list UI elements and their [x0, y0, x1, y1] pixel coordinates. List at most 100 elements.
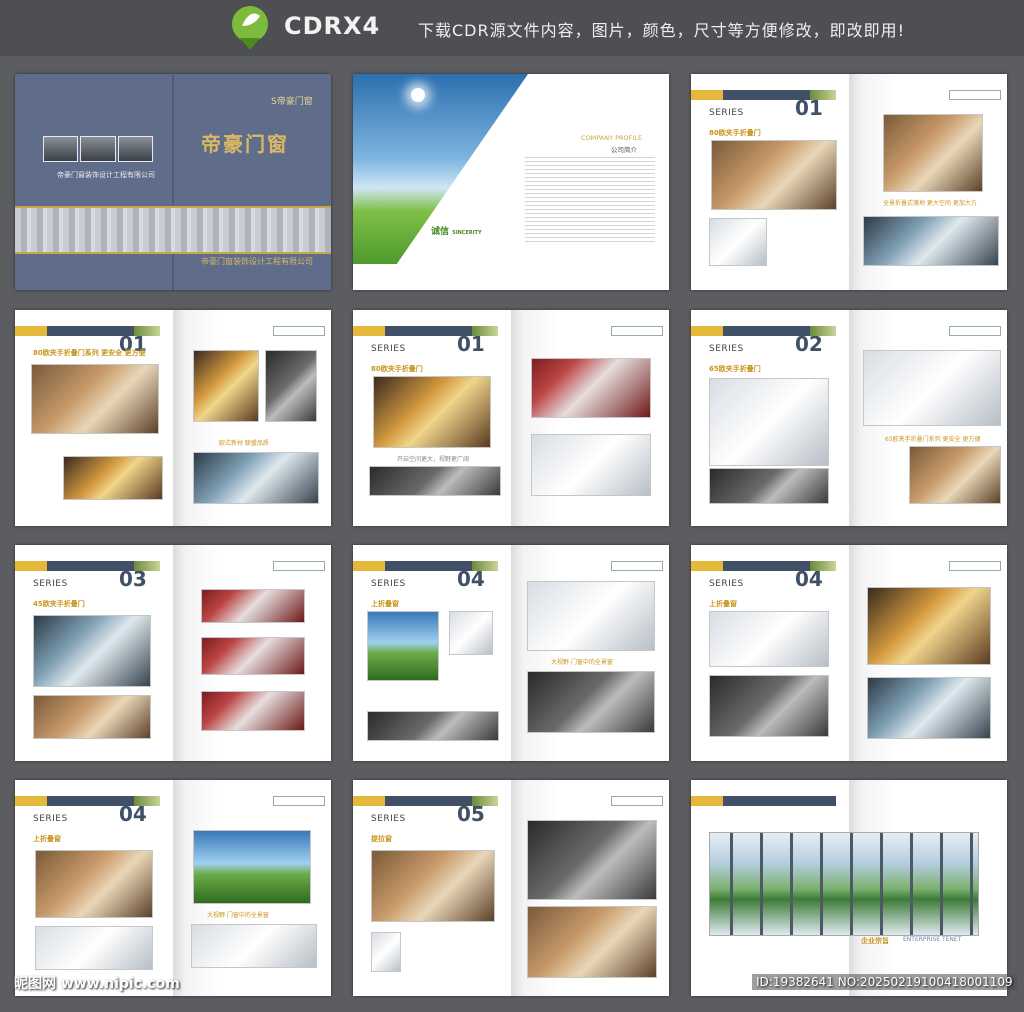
- product-photo: [33, 615, 151, 687]
- section-tab: [273, 796, 325, 806]
- right-page: [511, 310, 669, 526]
- brand-text: CDRX4: [284, 12, 381, 40]
- product-photo: [709, 675, 829, 737]
- series-sub: 上折叠窗: [371, 600, 399, 608]
- product-photo: [191, 924, 317, 968]
- product-photo: [527, 820, 657, 900]
- series-spread-3[interactable]: SERIES 80欧夹手折叠门 01 开启空间更大，视野更广阔: [353, 310, 669, 526]
- series-spread-8[interactable]: SERIES 上折叠窗 04 大视野 门窗中的全景窗: [15, 780, 331, 996]
- series-spread-5[interactable]: SERIES 45欧夹手折叠门 03: [15, 545, 331, 761]
- product-photo: [201, 589, 305, 623]
- company-profile-spread[interactable]: 诚信 SINCERITY COMPANY PROFILE 公司简介: [353, 74, 669, 290]
- product-photo: [35, 926, 153, 970]
- series-sub: 80欧夹手折叠门系列 更安全 更方便: [33, 349, 146, 357]
- right-page: 65欧夹手折叠门系列 更安全 更方便: [849, 310, 1007, 526]
- cover-thumbnails: [43, 136, 153, 162]
- product-photo: [709, 611, 829, 667]
- product-photo: [265, 350, 317, 422]
- right-page: [173, 545, 331, 761]
- series-sub: 上折叠窗: [33, 835, 61, 843]
- left-page: SERIES 45欧夹手折叠门 03: [15, 545, 173, 761]
- product-photo: [527, 671, 655, 733]
- product-photo: [367, 611, 439, 681]
- series-sub: 80欧夹手折叠门: [371, 365, 423, 373]
- series-number: 04: [795, 567, 823, 591]
- product-photo: [867, 677, 991, 739]
- caption: 全景折叠式落地 更大空间 更加大方: [883, 200, 977, 207]
- diagram-photo: [371, 932, 401, 972]
- product-photo: [863, 216, 999, 266]
- series-spread-1[interactable]: SERIES 80欧夹手折叠门 01 全景折叠式落地 更大空间 更加大方: [691, 74, 1007, 290]
- series-sub: 45欧夹手折叠门: [33, 600, 85, 608]
- series-label: SERIES: [371, 579, 406, 589]
- product-photo: [193, 452, 319, 504]
- series-spread-4[interactable]: SERIES 65欧夹手折叠门 02 65欧夹手折叠门系列 更安全 更方便: [691, 310, 1007, 526]
- product-photo: [373, 376, 491, 448]
- left-page: SERIES 上折叠窗 04: [353, 545, 511, 761]
- right-page: [511, 780, 669, 996]
- product-photo: [527, 906, 657, 978]
- body-text-block: [525, 154, 655, 244]
- series-label: SERIES: [709, 108, 744, 118]
- section-tab: [611, 796, 663, 806]
- section-tab: [611, 561, 663, 571]
- section-tab: [611, 326, 663, 336]
- right-page: 欧式新材 联盟品质: [173, 310, 331, 526]
- product-photo: [709, 468, 829, 504]
- series-label: SERIES: [33, 579, 68, 589]
- series-label: SERIES: [709, 344, 744, 354]
- left-page: SERIES 提拉窗 05: [353, 780, 511, 996]
- cover-logo: S帝豪门窗: [271, 97, 313, 107]
- cover-spread[interactable]: 帝豪门窗装饰设计工程有限公司 S帝豪门窗 帝豪门窗 帝豪门窗装饰设计工程有限公司: [15, 74, 331, 290]
- sincerity-en: SINCERITY: [452, 230, 482, 236]
- product-photo: [201, 691, 305, 731]
- series-number: 01: [457, 332, 485, 356]
- gold-rule: [15, 252, 331, 254]
- caption: 65欧夹手折叠门系列 更安全 更方便: [885, 436, 981, 443]
- site-watermark: 昵图网 www.nipic.com: [14, 976, 180, 992]
- left-page: SERIES 上折叠窗 04: [691, 545, 849, 761]
- series-spread-6[interactable]: SERIES 上折叠窗 04 大视野 门窗中的全景窗: [353, 545, 669, 761]
- product-photo: [709, 378, 829, 466]
- section-tab: [949, 326, 1001, 336]
- section-tab: [273, 561, 325, 571]
- cover-company-bottom: 帝豪门窗装饰设计工程有限公司: [201, 257, 313, 266]
- enterprise-title-en: ENTERPRISE TENET: [903, 936, 962, 943]
- series-spread-9[interactable]: SERIES 提拉窗 05: [353, 780, 669, 996]
- caption: 大视野 门窗中的全景窗: [551, 659, 613, 666]
- caption: 大视野 门窗中的全景窗: [207, 912, 269, 919]
- left-page: SERIES 80欧夹手折叠门 01: [691, 74, 849, 290]
- series-number: 03: [119, 567, 147, 591]
- right-page: 大视野 门窗中的全景窗: [511, 545, 669, 761]
- product-photo: [371, 850, 495, 922]
- series-label: SERIES: [33, 814, 68, 824]
- product-photo: [193, 830, 311, 904]
- series-sub: 上折叠窗: [709, 600, 737, 608]
- enterprise-spread[interactable]: 企业宗旨 ENTERPRISE TENET: [691, 780, 1007, 996]
- series-number: 02: [795, 332, 823, 356]
- silver-pattern-band: [15, 208, 331, 252]
- slogan-text: 下载CDR源文件内容，图片，颜色，尺寸等方便修改，即改即用!: [418, 21, 906, 40]
- section-tab: [949, 561, 1001, 571]
- product-photo: [863, 350, 1001, 426]
- series-label: SERIES: [371, 344, 406, 354]
- product-photo: [35, 850, 153, 918]
- left-page: SERIES 上折叠窗 04: [15, 780, 173, 996]
- series-sub: 提拉窗: [371, 835, 392, 843]
- product-strip: [369, 466, 501, 496]
- cover-company-small: 帝豪门窗装饰设计工程有限公司: [57, 171, 155, 179]
- series-spread-7[interactable]: SERIES 上折叠窗 04: [691, 545, 1007, 761]
- product-strip: [367, 711, 499, 741]
- company-profile-heading-cn: 公司简介: [611, 146, 637, 154]
- product-photo: [867, 587, 991, 665]
- series-sub: 65欧夹手折叠门: [709, 365, 761, 373]
- series-number: 04: [119, 802, 147, 826]
- sincerity-label: 诚信 SINCERITY: [431, 224, 482, 237]
- caption: 欧式新材 联盟品质: [219, 440, 269, 447]
- product-photo: [193, 350, 259, 422]
- series-spread-2[interactable]: 01 80欧夹手折叠门系列 更安全 更方便 欧式新材 联盟品质: [15, 310, 331, 526]
- section-tab: [273, 326, 325, 336]
- folding-door-panorama: [709, 832, 979, 936]
- top-banner: CDRX4 下载CDR源文件内容，图片，颜色，尺寸等方便修改，即改即用!: [0, 0, 1024, 56]
- series-label: SERIES: [709, 579, 744, 589]
